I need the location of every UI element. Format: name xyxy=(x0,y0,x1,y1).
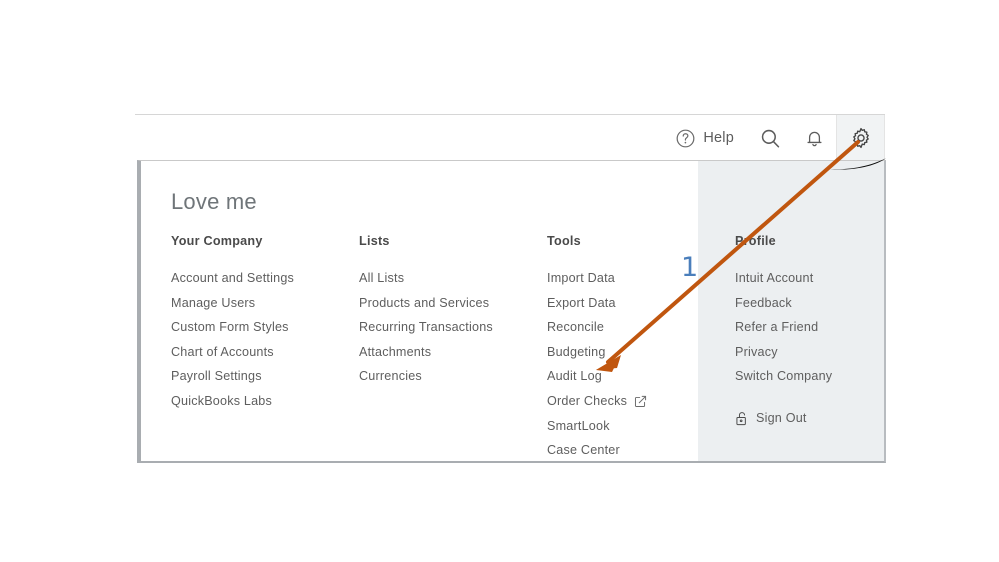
menu-item-order-checks[interactable]: Order Checks xyxy=(547,389,735,414)
menu-item-smartlook[interactable]: SmartLook xyxy=(547,414,735,439)
menu-item-all-lists[interactable]: All Lists xyxy=(359,266,547,291)
sign-out-button[interactable]: Sign Out xyxy=(735,411,898,426)
menu-column-your-company: Your Company Account and Settings Manage… xyxy=(171,234,359,463)
menu-item-intuit-account[interactable]: Intuit Account xyxy=(735,266,898,291)
menu-column-lists: Lists All Lists Products and Services Re… xyxy=(359,234,547,463)
menu-item-case-center[interactable]: Case Center xyxy=(547,438,735,463)
app-header-bar: Help xyxy=(135,114,885,161)
menu-item-attachments[interactable]: Attachments xyxy=(359,340,547,365)
search-icon xyxy=(759,127,782,150)
menu-item-privacy[interactable]: Privacy xyxy=(735,340,898,365)
menu-item-currencies[interactable]: Currencies xyxy=(359,364,547,389)
menu-item-recurring-transactions[interactable]: Recurring Transactions xyxy=(359,315,547,340)
settings-menu-columns: Your Company Account and Settings Manage… xyxy=(171,234,884,463)
menu-column-profile: Profile Intuit Account Feedback Refer a … xyxy=(735,234,898,463)
menu-item-refer-a-friend[interactable]: Refer a Friend xyxy=(735,315,898,340)
column-heading-lists: Lists xyxy=(359,234,390,248)
open-padlock-icon xyxy=(735,411,749,426)
column-heading-your-company: Your Company xyxy=(171,234,263,248)
search-button[interactable] xyxy=(748,115,793,161)
notifications-bell-icon xyxy=(804,128,825,149)
notifications-button[interactable] xyxy=(793,115,836,161)
menu-column-tools: Tools Import Data Export Data Reconcile … xyxy=(547,234,735,463)
menu-item-account-and-settings[interactable]: Account and Settings xyxy=(171,266,359,291)
menu-item-audit-log[interactable]: Audit Log xyxy=(547,364,735,389)
menu-item-reconcile[interactable]: Reconcile xyxy=(547,315,735,340)
gear-icon xyxy=(849,126,873,150)
menu-item-quickbooks-labs[interactable]: QuickBooks Labs xyxy=(171,389,359,414)
settings-gear-button[interactable] xyxy=(836,115,885,161)
column-heading-profile: Profile xyxy=(735,234,776,248)
menu-item-import-data[interactable]: Import Data xyxy=(547,266,735,291)
menu-item-order-checks-label: Order Checks xyxy=(547,393,628,408)
menu-item-payroll-settings[interactable]: Payroll Settings xyxy=(171,364,359,389)
menu-item-chart-of-accounts[interactable]: Chart of Accounts xyxy=(171,340,359,365)
menu-item-manage-users[interactable]: Manage Users xyxy=(171,291,359,316)
menu-item-custom-form-styles[interactable]: Custom Form Styles xyxy=(171,315,359,340)
sign-out-label: Sign Out xyxy=(756,411,807,426)
help-circle-icon xyxy=(675,128,696,149)
company-name-title: Love me xyxy=(171,189,257,214)
header-icon-group: Help xyxy=(667,115,885,161)
menu-item-export-data[interactable]: Export Data xyxy=(547,291,735,316)
menu-item-budgeting[interactable]: Budgeting xyxy=(547,340,735,365)
help-label: Help xyxy=(703,130,734,146)
menu-item-products-and-services[interactable]: Products and Services xyxy=(359,291,547,316)
menu-item-switch-company[interactable]: Switch Company xyxy=(735,364,898,389)
help-button[interactable]: Help xyxy=(667,115,748,161)
external-link-icon xyxy=(634,395,647,408)
menu-item-feedback[interactable]: Feedback xyxy=(735,291,898,316)
column-heading-tools: Tools xyxy=(547,234,581,248)
settings-dropdown-panel: Love me Your Company Account and Setting… xyxy=(137,160,886,463)
